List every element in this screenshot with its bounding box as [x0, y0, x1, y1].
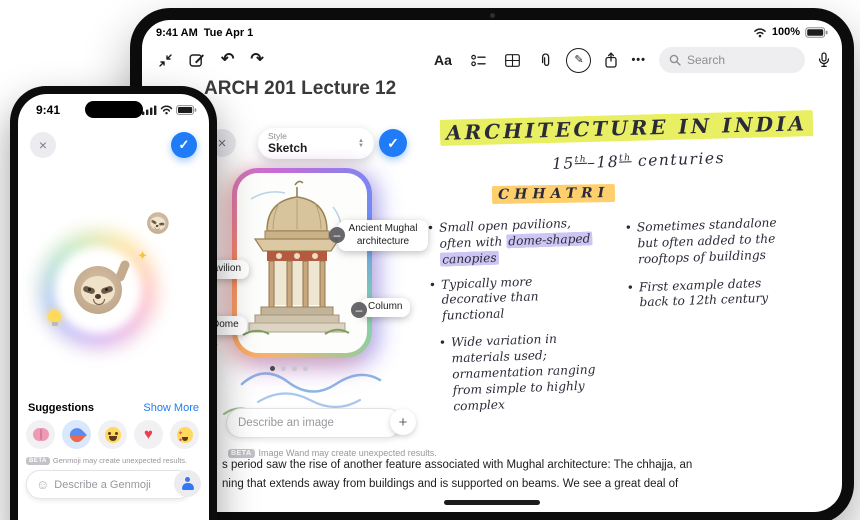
- describe-genmoji-placeholder: Describe a Genmoji: [54, 478, 151, 491]
- ipad-home-indicator[interactable]: [444, 500, 540, 505]
- compose-icon[interactable]: [189, 52, 205, 68]
- image-carousel-dots[interactable]: [270, 366, 308, 371]
- stage: 9:41 AM Tue Apr 1 100% ↶ ↷ Aa ✎ ••• Sear…: [0, 0, 860, 520]
- heart-icon: ♥: [144, 426, 153, 443]
- markup-pencil-button[interactable]: ✎: [566, 47, 592, 73]
- minus-icon: –: [333, 227, 341, 242]
- cellular-signal-icon: [142, 105, 157, 115]
- note-subheading: 15th–18th centuries: [551, 148, 726, 174]
- describe-genmoji-input[interactable]: ☺ Describe a Genmoji: [26, 470, 192, 499]
- genmoji-disclaimer: BETA Genmoji may create unexpected resul…: [26, 456, 187, 465]
- bullet-marker: •: [624, 220, 633, 235]
- brain-icon: [32, 428, 49, 441]
- suggestion-laughing[interactable]: [98, 420, 127, 449]
- wifi-icon: [160, 105, 173, 115]
- note-heading: ARCHITECTURE IN INDIA: [439, 110, 814, 146]
- share-icon[interactable]: [604, 52, 618, 68]
- person-icon: [181, 477, 195, 490]
- ipad-status-date: Tue Apr 1: [203, 27, 254, 39]
- iphone-device: 9:41 × ✓ ✦ Suggestions Show More ♥ ✦ ✦ B…: [10, 86, 217, 520]
- battery-icon: [805, 26, 828, 38]
- search-field[interactable]: Search: [659, 47, 805, 73]
- check-icon: ✓: [387, 134, 399, 151]
- search-placeholder: Search: [687, 53, 726, 67]
- image-wand-confirm-button[interactable]: ✓: [379, 129, 407, 157]
- undo-icon[interactable]: ↶: [221, 52, 234, 68]
- chevron-down-icon: ▼: [358, 142, 364, 149]
- smiley-icon: ☺: [36, 477, 50, 492]
- collapse-icon[interactable]: [158, 53, 173, 68]
- genmoji-sloth-image: [74, 259, 131, 314]
- describe-image-placeholder: Describe an image: [238, 417, 334, 429]
- suggestion-heart[interactable]: ♥: [134, 420, 163, 449]
- table-icon[interactable]: [505, 53, 520, 67]
- carousel-dot-active[interactable]: [270, 366, 275, 371]
- genmoji-glow-ring: ✦: [24, 216, 172, 364]
- tag-chip-column[interactable]: – Column: [351, 298, 411, 318]
- more-options-button[interactable]: •••: [631, 54, 646, 66]
- ipad-camera: [490, 13, 495, 18]
- check-icon: ✓: [178, 137, 190, 152]
- carousel-dot[interactable]: [303, 366, 308, 371]
- ipad-device: 9:41 AM Tue Apr 1 100% ↶ ↷ Aa ✎ ••• Sear…: [130, 8, 854, 520]
- pencil-icon: ✎: [574, 53, 584, 66]
- suggestions-row: ♥: [26, 420, 199, 449]
- remove-tag-button[interactable]: –: [351, 302, 367, 318]
- minus-icon: –: [355, 302, 363, 317]
- suggestion-star-struck[interactable]: [170, 420, 199, 449]
- genmoji-close-button[interactable]: ×: [30, 132, 56, 158]
- bullet-item: • Small open pavilions, often with dome-…: [427, 215, 607, 269]
- bullet-item: • Sometimes standalone but often added t…: [624, 215, 784, 268]
- microphone-icon[interactable]: [818, 52, 830, 68]
- suggestion-brain[interactable]: [26, 420, 55, 449]
- ipad-battery-percent: 100%: [771, 26, 800, 38]
- chhatri-sketch-image: [242, 180, 350, 336]
- ipad-status-time: 9:41 AM: [156, 27, 198, 39]
- bullet-item: • Typically more decorative than functio…: [429, 272, 581, 325]
- close-icon: ×: [38, 137, 48, 153]
- memoji-person-button[interactable]: [174, 470, 201, 497]
- plus-icon: +: [398, 413, 408, 431]
- ipad-screen: 9:41 AM Tue Apr 1 100% ↶ ↷ Aa ✎ ••• Sear…: [142, 20, 842, 512]
- paintbrush-comet-icon: [66, 424, 87, 445]
- close-icon: ×: [217, 134, 227, 152]
- generated-image-frame: [232, 168, 372, 358]
- style-value: Sketch: [268, 140, 308, 155]
- tag-chip-ancient-mughal[interactable]: – Ancient Mughal architecture: [329, 220, 428, 251]
- suggestion-paintbrush-selected[interactable]: [62, 420, 91, 449]
- remove-tag-button[interactable]: –: [329, 227, 345, 243]
- sparkle-icon: ✦: [137, 248, 148, 263]
- bullet-marker: •: [626, 280, 635, 295]
- attachment-paperclip-icon[interactable]: [539, 52, 552, 68]
- carousel-dot[interactable]: [281, 366, 286, 371]
- add-image-button[interactable]: +: [390, 409, 416, 435]
- note-bullets-right: • Sometimes standalone but often added t…: [624, 215, 785, 312]
- note-title: ARCH 201 Lecture 12: [204, 78, 397, 99]
- bullet-item: • First example dates back to 12th centu…: [627, 275, 786, 312]
- show-more-link[interactable]: Show More: [143, 402, 199, 414]
- dynamic-island: [84, 101, 143, 118]
- battery-icon: [176, 105, 197, 115]
- iphone-screen: 9:41 × ✓ ✦ Suggestions Show More ♥ ✦ ✦ B…: [18, 94, 209, 520]
- star-struck-face-icon: [176, 426, 193, 444]
- format-text-button[interactable]: Aa: [434, 53, 452, 67]
- describe-image-input[interactable]: Describe an image: [226, 408, 402, 438]
- suggestions-label: Suggestions: [28, 402, 95, 414]
- carousel-dot[interactable]: [292, 366, 297, 371]
- wifi-icon: [753, 27, 767, 38]
- floating-lightbulb-icon: [48, 310, 61, 326]
- note-body-text: s period saw the rise of another feature…: [222, 459, 693, 490]
- genmoji-confirm-button[interactable]: ✓: [171, 132, 197, 158]
- iphone-status-time: 9:41: [36, 103, 61, 117]
- redo-icon[interactable]: ↷: [250, 52, 263, 68]
- bullet-marker: •: [428, 277, 437, 292]
- style-picker[interactable]: Style Sketch ▲ ▼: [258, 128, 374, 159]
- checklist-icon[interactable]: [471, 54, 486, 67]
- beta-badge: BETA: [26, 456, 50, 465]
- search-icon: [669, 54, 681, 66]
- note-section-chhatri: CHHATRI: [491, 183, 616, 205]
- laughing-face-icon: [104, 426, 121, 443]
